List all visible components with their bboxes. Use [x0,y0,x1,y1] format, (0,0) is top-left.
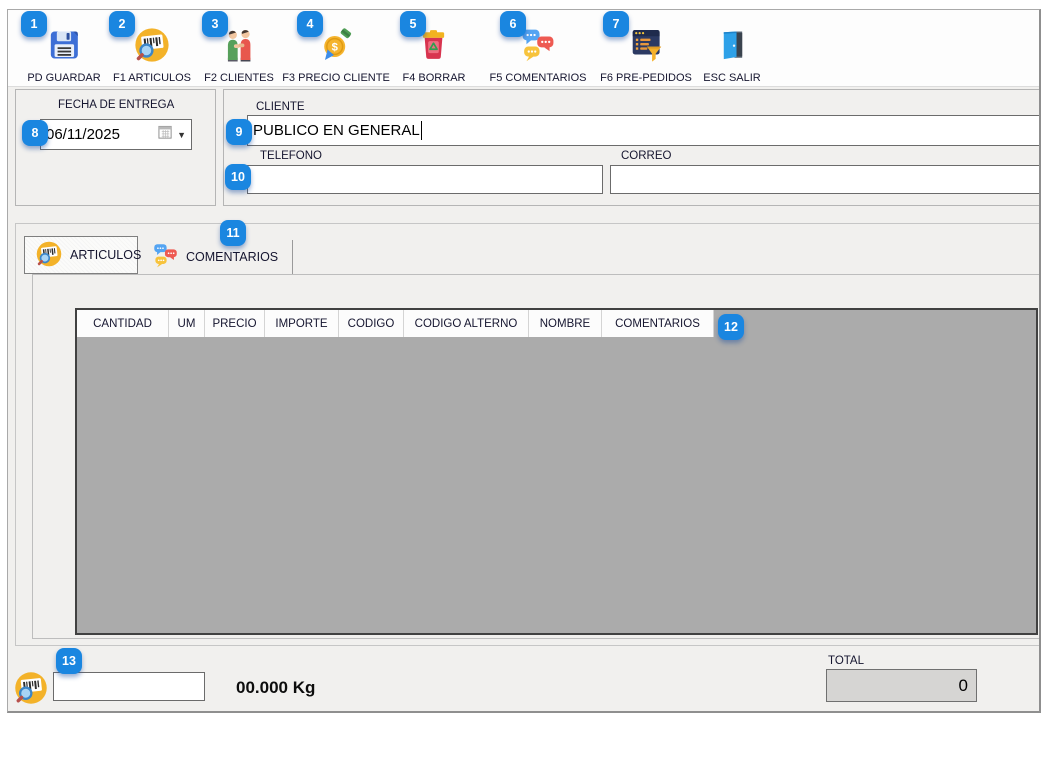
delete-button-label: F4 BORRAR [403,72,466,84]
tab-comentarios-label: COMENTARIOS [186,250,278,264]
client-price-button-label: F3 PRECIO CLIENTE [282,72,390,84]
email-label: CORREO [621,150,671,162]
phone-input[interactable] [247,165,603,194]
grid-empty-body[interactable] [77,337,1036,633]
callout-badge-9: 9 [226,119,252,145]
tab-page-articulos: CANTIDAD UM PRECIO IMPORTE CODIGO CODIGO… [32,274,1040,639]
chat-bubbles-icon [152,242,179,272]
tab-comentarios[interactable]: COMENTARIOS [142,240,292,274]
grid-header-row: CANTIDAD UM PRECIO IMPORTE CODIGO CODIGO… [77,310,1036,337]
callout-badge-10: 10 [225,164,251,190]
tab-articulos-label: ARTICULOS [70,248,141,262]
callout-badge-1: 1 [21,11,47,37]
clients-button-label: F2 CLIENTES [204,72,274,84]
callout-badge-8: 8 [22,120,48,146]
callout-badge-7: 7 [603,11,629,37]
column-header-um[interactable]: UM [169,310,205,337]
client-input[interactable]: PUBLICO EN GENERAL [247,115,1041,146]
barcode-search-icon [13,670,49,711]
column-header-importe[interactable]: IMPORTE [265,310,339,337]
total-value-field: 0 [826,669,977,702]
svg-text:$: $ [331,42,338,54]
column-header-precio[interactable]: PRECIO [205,310,265,337]
total-value: 0 [959,676,968,696]
callout-badge-3: 3 [202,11,228,37]
tab-control: ARTICULOS COMENTARIOS [15,223,1041,646]
callout-badge-5: 5 [400,11,426,37]
callout-badge-4: 4 [297,11,323,37]
screenshot-stage: PD GUARDAR [0,0,1048,769]
column-header-codigo-alterno[interactable]: CODIGO ALTERNO [404,310,529,337]
column-header-comentarios[interactable]: COMENTARIOS [602,310,714,337]
scan-code-input[interactable] [53,672,205,701]
calendar-icon [158,125,173,144]
exit-button[interactable]: ESC SALIR [703,16,760,84]
articles-grid: CANTIDAD UM PRECIO IMPORTE CODIGO CODIGO… [75,308,1038,635]
client-input-value: PUBLICO EN GENERAL [253,122,420,139]
total-label: TOTAL [828,655,864,667]
exit-button-label: ESC SALIR [703,72,760,84]
column-header-cantidad[interactable]: CANTIDAD [77,310,169,337]
callout-badge-6: 6 [500,11,526,37]
phone-label: TELEFONO [260,150,322,162]
callout-badge-2: 2 [109,11,135,37]
barcode-search-icon [35,240,63,271]
client-label: CLIENTE [256,101,305,113]
text-caret [421,121,422,140]
pre-orders-funnel-icon [627,26,665,69]
callout-badge-13: 13 [56,648,82,674]
barcode-search-icon [133,26,171,69]
pre-orders-button-label: F6 PRE-PEDIDOS [600,72,692,84]
date-dropdown-arrow-icon[interactable]: ▼ [177,130,186,140]
comments-button-label: F5 COMENTARIOS [490,72,587,84]
callout-badge-11: 11 [220,220,246,246]
delivery-date-value: 06/11/2025 [46,126,154,143]
column-header-codigo[interactable]: CODIGO [339,310,404,337]
articles-button-label: F1 ARTICULOS [113,72,191,84]
tab-articulos[interactable]: ARTICULOS [24,236,138,274]
save-button-label: PD GUARDAR [27,72,100,84]
weight-display: 00.000 Kg [236,678,315,698]
client-panel: CLIENTE PUBLICO EN GENERAL TELEFONO CORR… [223,89,1041,206]
delivery-date-label: FECHA DE ENTREGA [58,99,174,111]
save-icon [46,26,82,69]
price-coin-tag-icon: $ [318,26,354,69]
callout-badge-12: 12 [718,314,744,340]
email-input[interactable] [610,165,1041,194]
delivery-date-picker[interactable]: 06/11/2025 ▼ [40,119,192,150]
delivery-date-panel: FECHA DE ENTREGA 06/11/2025 ▼ [15,89,216,206]
tab-divider [292,240,293,274]
order-entry-window: PD GUARDAR [7,9,1041,713]
exit-door-icon [715,26,749,69]
column-header-nombre[interactable]: NOMBRE [529,310,602,337]
